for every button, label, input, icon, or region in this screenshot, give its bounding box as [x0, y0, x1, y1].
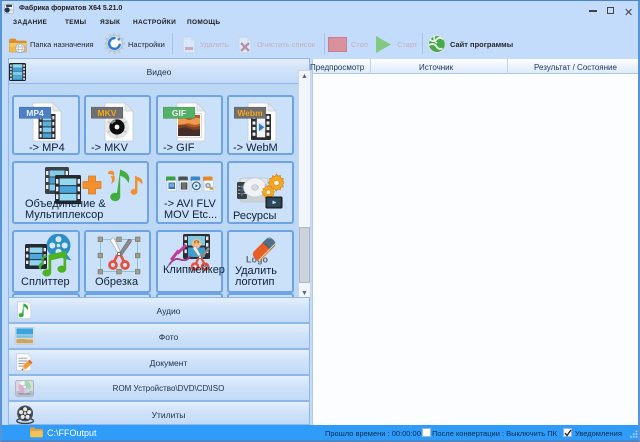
svg-text:Webm: Webm [237, 108, 263, 118]
svg-text:MP4: MP4 [26, 108, 44, 118]
svg-text:GIF: GIF [172, 108, 186, 118]
svg-text:MKV: MKV [98, 108, 117, 118]
